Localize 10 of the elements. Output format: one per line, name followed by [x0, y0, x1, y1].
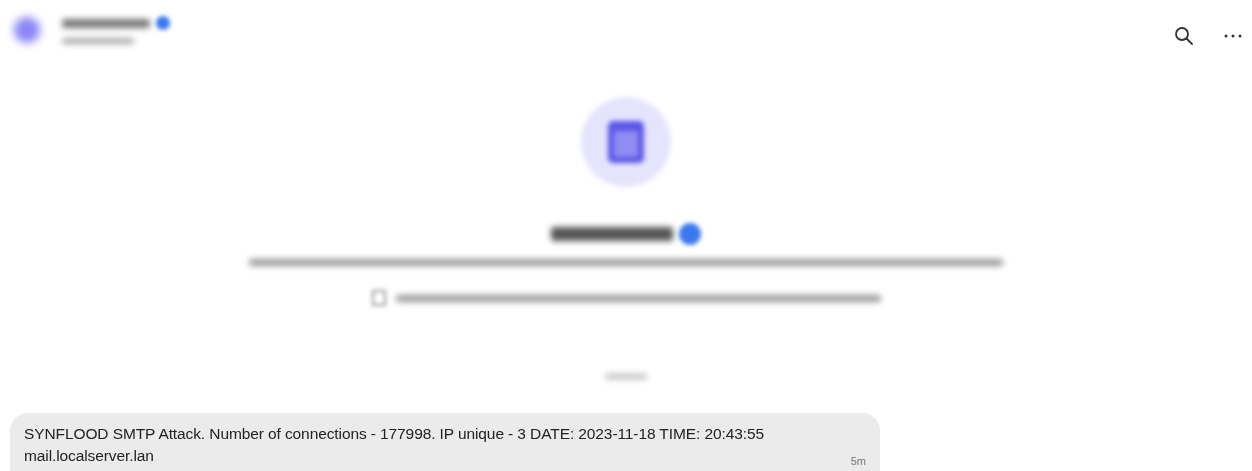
- blurred-icon: [371, 290, 386, 306]
- search-icon: [1174, 26, 1194, 46]
- blurred-text: [62, 38, 134, 44]
- message-text: SYNFLOOD SMTP Attack. Number of connections - 177998. IP unique - 3 DATE: 2023-11-18 TIME: 20:43:55 mail.localserver.lan: [24, 424, 764, 466]
- more-icon: [1224, 34, 1242, 38]
- verified-badge-icon: [156, 16, 170, 30]
- blurred-text: [605, 374, 647, 379]
- message-time: 5m: [850, 455, 866, 467]
- verified-badge-icon: [679, 223, 701, 245]
- blurred-avatar: [14, 17, 40, 43]
